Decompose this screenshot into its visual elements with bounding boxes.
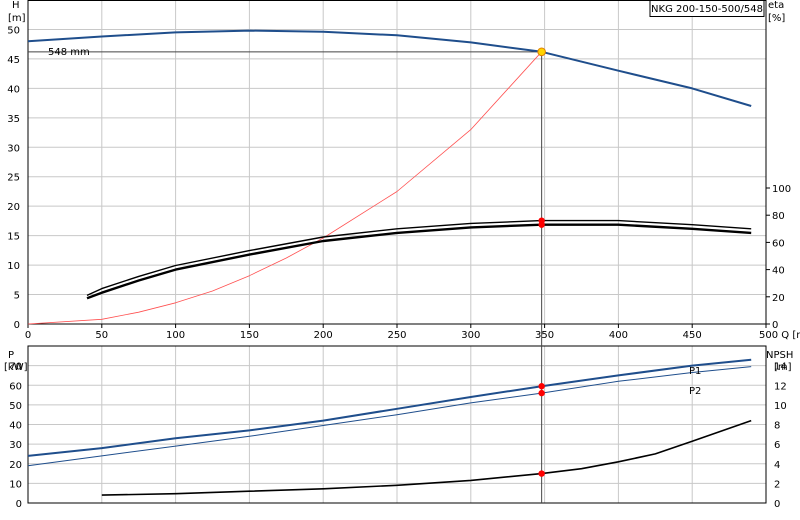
eta-axis-unit: [%]: [768, 13, 785, 24]
chart-title: NKG 200-150-500/548: [651, 4, 763, 15]
h-tick-label: 15: [7, 232, 20, 243]
h-axis-title: H: [12, 0, 20, 11]
eta-tick-label: 80: [772, 211, 785, 222]
p2-label: P2: [689, 386, 701, 397]
p-tick-label: 40: [9, 421, 22, 432]
x-tick-label: 450: [683, 330, 702, 341]
p-axis-unit: [kW]: [4, 362, 28, 373]
series-p1: [27, 358, 752, 457]
series-system_curve: [27, 51, 542, 325]
marker-p1: [538, 383, 545, 390]
series-npsh: [101, 419, 752, 496]
series-h_curve: [27, 29, 752, 107]
x-tick-label: 500 Q [m³/h]: [759, 330, 800, 341]
pump-curve-chart: 050100150200250300350400450500 Q [m³/h]0…: [0, 0, 800, 520]
axes-layer: [27, 0, 770, 504]
h-tick-label: 30: [7, 143, 20, 154]
h-tick-label: 45: [7, 55, 20, 66]
p-tick-label: 0: [16, 499, 22, 510]
npsh-axis-unit: [m]: [774, 362, 792, 373]
x-tick-label: 300: [461, 330, 480, 341]
eta-tick-label: 0: [772, 320, 778, 331]
x-tick-label: 400: [609, 330, 628, 341]
npsh-tick-label: 4: [774, 460, 780, 471]
p-tick-label: 20: [9, 460, 22, 471]
npsh-tick-label: 10: [774, 401, 787, 412]
eta-tick-label: 100: [772, 184, 791, 195]
grid-layer: [28, 0, 766, 503]
eta-tick-label: 20: [772, 293, 785, 304]
p-tick-label: 10: [9, 479, 22, 490]
series-layer: [27, 29, 752, 503]
npsh-axis-title: NPSH: [766, 350, 793, 361]
chart-svg: 050100150200250300350400450500 Q [m³/h]0…: [4, 0, 800, 510]
p-tick-label: 60: [9, 381, 22, 392]
labels-layer: 050100150200250300350400450500 Q [m³/h]0…: [4, 0, 800, 510]
p1-label: P1: [689, 366, 701, 377]
marker-p2: [538, 389, 545, 397]
h-tick-label: 40: [7, 84, 20, 95]
npsh-tick-label: 0: [774, 499, 780, 510]
eta-lower-marker: [538, 221, 545, 228]
h-tick-label: 10: [7, 261, 20, 272]
x-tick-label: 200: [314, 330, 333, 341]
x-tick-label: 50: [95, 330, 108, 341]
h-tick-label: 35: [7, 114, 20, 125]
marker-npsh: [538, 470, 545, 477]
duty-point-marker: [537, 47, 546, 57]
eta-axis-title: eta: [768, 0, 784, 11]
x-tick-label: 0: [25, 330, 31, 341]
h-tick-label: 25: [7, 173, 20, 184]
npsh-tick-label: 2: [774, 479, 780, 490]
x-tick-label: 150: [240, 330, 259, 341]
eta-tick-label: 60: [772, 238, 785, 249]
x-tick-label: 100: [166, 330, 185, 341]
p-tick-label: 50: [9, 401, 22, 412]
npsh-tick-label: 6: [774, 440, 780, 451]
h-tick-label: 5: [14, 291, 20, 302]
h-tick-label: 50: [7, 25, 20, 36]
impeller-label: 548 mm: [48, 47, 90, 58]
p-tick-label: 30: [9, 440, 22, 451]
x-tick-label: 350: [535, 330, 554, 341]
series-p2: [27, 366, 752, 467]
p-axis-title: P: [8, 350, 14, 361]
h-tick-label: 0: [14, 320, 20, 331]
npsh-tick-label: 12: [774, 381, 787, 392]
x-tick-label: 250: [387, 330, 406, 341]
npsh-tick-label: 8: [774, 421, 780, 432]
h-tick-label: 20: [7, 202, 20, 213]
h-axis-unit: [m]: [8, 13, 26, 24]
eta-tick-label: 40: [772, 266, 785, 277]
